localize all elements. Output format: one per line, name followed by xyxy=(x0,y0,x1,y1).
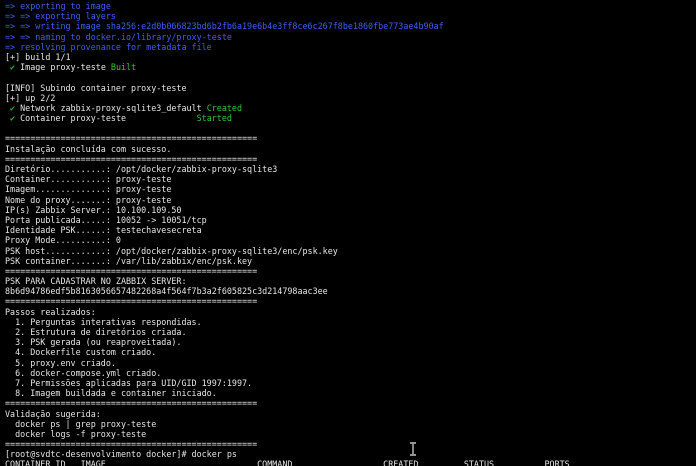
terminal-line: [+] up 2/2 xyxy=(5,93,696,103)
terminal-line: ========================================… xyxy=(5,266,696,276)
terminal-line: Diretório...........: /opt/docker/zabbix… xyxy=(5,164,696,174)
terminal-line: 3. PSK gerada (ou reaproveitada). xyxy=(5,337,696,347)
terminal-line: ========================================… xyxy=(5,296,696,306)
line-text: => => exporting layers xyxy=(5,11,116,22)
terminal-line: [+] build 1/1 xyxy=(5,52,696,62)
terminal-line: 5. proxy.env criado. xyxy=(5,358,696,368)
line-text: => => naming to docker.io/library/proxy-… xyxy=(5,31,232,42)
line-text: [INFO] Subindo container proxy-teste xyxy=(5,82,187,93)
line-text: ========================================… xyxy=(5,153,258,164)
line-text: => exporting to image xyxy=(5,1,111,11)
terminal-line: ✔ Container proxy-teste Started xyxy=(5,113,696,123)
terminal-line: => exporting to image xyxy=(5,1,696,11)
line-text: Passos realizados: xyxy=(5,306,96,317)
line-text: 3. PSK gerada (ou reaproveitada). xyxy=(5,337,182,348)
line-text: ========================================… xyxy=(5,398,258,409)
check-mark-icon: ✔ xyxy=(5,62,21,73)
status-label: Created xyxy=(206,102,242,113)
line-text: 8b6d94786edf5b8163056657482268a4f564f7b3… xyxy=(5,286,328,297)
line-text: IP(s) Zabbix Server.: 10.100.109.50 xyxy=(5,204,182,215)
terminal-line: 6. docker-compose.yml criado. xyxy=(5,368,696,378)
terminal-line: ✔ Network zabbix-proxy-sqlite3_default C… xyxy=(5,103,696,113)
check-mark-icon: ✔ xyxy=(5,113,21,124)
line-text: PSK container.......: /var/lib/zabbix/en… xyxy=(5,255,253,266)
terminal-line: ✔ Image proxy-teste Built xyxy=(5,62,696,72)
terminal-line: ========================================… xyxy=(5,398,696,408)
line-text: docker logs -f proxy-teste xyxy=(5,428,147,439)
terminal-line: docker logs -f proxy-teste xyxy=(5,429,696,439)
line-text: PSK PARA CADASTRAR NO ZABBIX SERVER: xyxy=(5,276,187,287)
line-text: 8. Imagem buildada e container iniciado. xyxy=(5,388,217,399)
terminal-line: ========================================… xyxy=(5,133,696,143)
line-text: => => writing image sha256:e2d0b066823bd… xyxy=(5,21,444,32)
terminal-line: Porta publicada.....: 10052 -> 10051/tcp xyxy=(5,215,696,225)
line-text: 7. Permissões aplicadas para UID/GID 199… xyxy=(5,377,253,388)
terminal-line: PSK PARA CADASTRAR NO ZABBIX SERVER: xyxy=(5,276,696,286)
terminal-line: IP(s) Zabbix Server.: 10.100.109.50 xyxy=(5,205,696,215)
line-text: PSK host............: /opt/docker/zabbix… xyxy=(5,245,338,256)
line-text: 4. Dockerfile custom criado. xyxy=(5,347,157,358)
line-text: Image proxy-teste xyxy=(20,62,111,73)
terminal-line: 2. Estrutura de diretórios criada. xyxy=(5,327,696,337)
terminal-line: 4. Dockerfile custom criado. xyxy=(5,347,696,357)
terminal-line: Passos realizados: xyxy=(5,307,696,317)
line-text: 5. proxy.env criado. xyxy=(5,357,116,368)
terminal-line: Container...........: proxy-teste xyxy=(5,174,696,184)
line-text: Porta publicada.....: 10052 -> 10051/tcp xyxy=(5,214,207,225)
terminal-line: => => naming to docker.io/library/proxy-… xyxy=(5,32,696,42)
terminal-line: Proxy Mode..........: 0 xyxy=(5,235,696,245)
terminal-line: 1. Perguntas interativas respondidas. xyxy=(5,317,696,327)
terminal-line: ========================================… xyxy=(5,439,696,449)
terminal-line: Instalação concluída com sucesso. xyxy=(5,144,696,154)
line-text: Instalação concluída com sucesso. xyxy=(5,143,172,154)
line-text: Container...........: proxy-teste xyxy=(5,174,172,185)
line-text: Identidade PSK......: testechavesecreta xyxy=(5,225,202,236)
line-text: Proxy Mode..........: 0 xyxy=(5,235,121,246)
terminal-line: => => writing image sha256:e2d0b066823bd… xyxy=(5,21,696,31)
terminal-line: 8b6d94786edf5b8163056657482268a4f564f7b3… xyxy=(5,286,696,296)
check-mark-icon: ✔ xyxy=(5,102,21,113)
line-text: docker ps | grep proxy-teste xyxy=(5,418,157,429)
line-text: Validação sugerida: xyxy=(5,408,101,419)
line-text: ========================================… xyxy=(5,439,258,450)
terminal-line: [INFO] Subindo container proxy-teste xyxy=(5,83,696,93)
terminal-line: 8. Imagem buildada e container iniciado. xyxy=(5,388,696,398)
terminal-line: Validação sugerida: xyxy=(5,409,696,419)
line-text: 6. docker-compose.yml criado. xyxy=(5,367,162,378)
terminal-line: [root@svdtc-desenvolvimento docker]# doc… xyxy=(5,449,696,459)
line-text: Nome do proxy.......: proxy-teste xyxy=(5,194,172,205)
status-label: Built xyxy=(110,62,137,73)
text-ibeam-cursor-icon xyxy=(408,442,418,456)
terminal-line: ========================================… xyxy=(5,154,696,164)
line-text: CONTAINER ID IMAGE COMMAND CREATED STATU… xyxy=(5,459,570,466)
line-text: Network zabbix-proxy-sqlite3_default xyxy=(20,102,207,113)
line-text: ========================================… xyxy=(5,296,258,307)
terminal-line: PSK container.......: /var/lib/zabbix/en… xyxy=(5,256,696,266)
terminal-line: 7. Permissões aplicadas para UID/GID 199… xyxy=(5,378,696,388)
status-label: Started xyxy=(196,113,232,124)
line-text: ========================================… xyxy=(5,265,258,276)
line-text: => resolving provenance for metadata fil… xyxy=(5,41,212,52)
terminal-line: Imagem..............: proxy-teste xyxy=(5,184,696,194)
line-text: [+] build 1/1 xyxy=(5,51,71,62)
line-text: Container proxy-teste xyxy=(20,113,197,124)
line-text: ========================================… xyxy=(5,133,258,144)
terminal-line: CONTAINER ID IMAGE COMMAND CREATED STATU… xyxy=(5,459,696,466)
terminal-line: Nome do proxy.......: proxy-teste xyxy=(5,195,696,205)
line-text: 2. Estrutura de diretórios criada. xyxy=(5,327,187,337)
line-text: Imagem..............: proxy-teste xyxy=(5,184,172,195)
line-text: [+] up 2/2 xyxy=(5,92,56,103)
terminal-line: => => exporting layers xyxy=(5,11,696,21)
terminal-window[interactable]: => exporting to image => => exporting lay… xyxy=(0,0,696,466)
line-text: Diretório...........: /opt/docker/zabbix… xyxy=(5,164,278,174)
terminal-line: Identidade PSK......: testechavesecreta xyxy=(5,225,696,235)
line-text: [root@svdtc-desenvolvimento docker]# doc… xyxy=(5,449,237,460)
terminal-line: PSK host............: /opt/docker/zabbix… xyxy=(5,246,696,256)
line-text: 1. Perguntas interativas respondidas. xyxy=(5,316,202,327)
terminal-line: => resolving provenance for metadata fil… xyxy=(5,42,696,52)
terminal-output: => exporting to image => => exporting lay… xyxy=(5,1,696,466)
terminal-line: docker ps | grep proxy-teste xyxy=(5,419,696,429)
